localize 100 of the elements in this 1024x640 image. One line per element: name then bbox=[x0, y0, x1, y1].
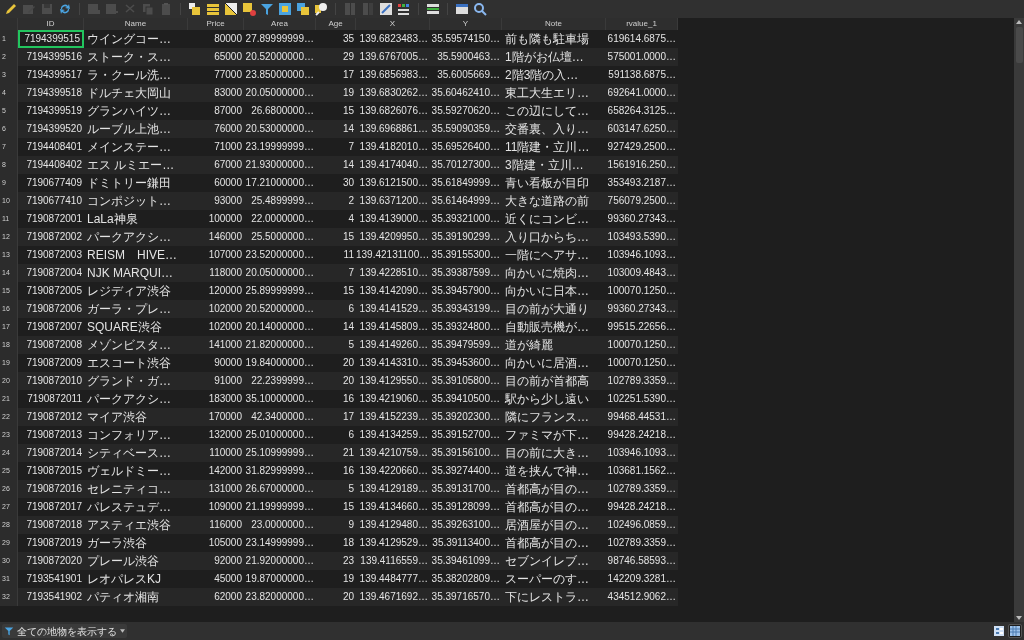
table-cell[interactable]: 77000 bbox=[188, 66, 244, 84]
table-cell[interactable]: 102789.3359… bbox=[606, 372, 678, 390]
table-cell[interactable]: 98746.58593… bbox=[606, 552, 678, 570]
table-cell[interactable]: 100070.1250… bbox=[606, 282, 678, 300]
table-cell[interactable]: 居酒屋が目の… bbox=[502, 516, 606, 534]
table-cell[interactable]: 7 bbox=[316, 138, 356, 156]
table-cell[interactable]: 35.10000000… bbox=[244, 390, 316, 408]
table-cell[interactable]: ガーラ・プレ… bbox=[84, 300, 188, 318]
table-cell[interactable]: 7190872019 bbox=[18, 534, 84, 552]
table-cell[interactable]: 15 bbox=[316, 228, 356, 246]
table-cell[interactable]: レオパレスKJ bbox=[84, 570, 188, 588]
table-cell[interactable]: 23.14999999… bbox=[244, 534, 316, 552]
table-cell[interactable]: 35.39155300… bbox=[430, 246, 502, 264]
table-cell[interactable]: 603147.6250… bbox=[606, 120, 678, 138]
table-cell[interactable]: 99515.22656… bbox=[606, 318, 678, 336]
table-cell[interactable]: 7190872004 bbox=[18, 264, 84, 282]
table-cell[interactable]: マイア渋谷 bbox=[84, 408, 188, 426]
table-cell[interactable]: 25.01000000… bbox=[244, 426, 316, 444]
filter-dropdown-button[interactable]: 全ての地物を表示する bbox=[2, 624, 127, 638]
table-cell[interactable]: メゾンビスタ… bbox=[84, 336, 188, 354]
table-cell[interactable]: 7193541902 bbox=[18, 588, 84, 606]
table-cell[interactable]: 35.61849999… bbox=[430, 174, 502, 192]
table-cell[interactable]: 591138.6875… bbox=[606, 66, 678, 84]
table-cell[interactable]: 139.4152239… bbox=[356, 408, 430, 426]
table-cell[interactable]: ストーク・ス… bbox=[84, 48, 188, 66]
magnifier-icon[interactable] bbox=[314, 2, 328, 16]
table-cell[interactable]: レジディア渋谷 bbox=[84, 282, 188, 300]
table-cell[interactable]: パークアクシ… bbox=[84, 228, 188, 246]
table-cell[interactable]: パティオ湘南 bbox=[84, 588, 188, 606]
table-cell[interactable]: 756079.2500… bbox=[606, 192, 678, 210]
table-cell[interactable]: 353493.2187… bbox=[606, 174, 678, 192]
invert-selection-icon[interactable] bbox=[224, 2, 238, 16]
table-cell[interactable]: 青い看板が目印 bbox=[502, 174, 606, 192]
table-cell[interactable]: 25.10999999… bbox=[244, 444, 316, 462]
table-cell[interactable]: エス ルミエー… bbox=[84, 156, 188, 174]
table-cell[interactable]: 道が綺麗 bbox=[502, 336, 606, 354]
table-cell[interactable]: 60000 bbox=[188, 174, 244, 192]
table-cell[interactable]: 102251.5390… bbox=[606, 390, 678, 408]
table-cell[interactable]: 62000 bbox=[188, 588, 244, 606]
table-cell[interactable]: 35.61464999… bbox=[430, 192, 502, 210]
table-cell[interactable]: 7190872016 bbox=[18, 480, 84, 498]
table-cell[interactable]: 23.85000000… bbox=[244, 66, 316, 84]
table-cell[interactable]: グランハイツ… bbox=[84, 102, 188, 120]
search-icon[interactable] bbox=[473, 2, 487, 16]
table-cell[interactable]: 25.89999999… bbox=[244, 282, 316, 300]
scrollbar-thumb[interactable] bbox=[1015, 27, 1023, 63]
table-cell[interactable]: 15 bbox=[316, 102, 356, 120]
table-cell[interactable]: 2 bbox=[316, 192, 356, 210]
table-cell[interactable]: プレール渋谷 bbox=[84, 552, 188, 570]
table-cell[interactable]: 35.59574150… bbox=[430, 30, 502, 48]
table-cell[interactable]: アスティエ渋谷 bbox=[84, 516, 188, 534]
table-cell[interactable]: 139.42131100… bbox=[356, 246, 430, 264]
table-cell[interactable]: 21 bbox=[316, 444, 356, 462]
table-cell[interactable]: 183000 bbox=[188, 390, 244, 408]
scrollbar[interactable] bbox=[1014, 18, 1024, 622]
table-cell[interactable]: 交番裏、入り… bbox=[502, 120, 606, 138]
table-cell[interactable]: 1561916.250… bbox=[606, 156, 678, 174]
table-cell[interactable]: 139.4149260… bbox=[356, 336, 430, 354]
table-cell[interactable]: 102789.3359… bbox=[606, 534, 678, 552]
table-cell[interactable]: 139.4209950… bbox=[356, 228, 430, 246]
table-cell[interactable]: 139.4129480… bbox=[356, 516, 430, 534]
table-cell[interactable]: 17.21000000… bbox=[244, 174, 316, 192]
table-cell[interactable]: 19.84000000… bbox=[244, 354, 316, 372]
table-cell[interactable]: 22.2399999… bbox=[244, 372, 316, 390]
table-cell[interactable]: 120000 bbox=[188, 282, 244, 300]
table-cell[interactable]: 99428.24218… bbox=[606, 426, 678, 444]
table-cell[interactable]: 35.39453600… bbox=[430, 354, 502, 372]
table-cell[interactable]: 27.89999999… bbox=[244, 30, 316, 48]
table-cell[interactable]: 67000 bbox=[188, 156, 244, 174]
table-cell[interactable]: 90000 bbox=[188, 354, 244, 372]
table-cell[interactable]: 5 bbox=[316, 480, 356, 498]
table-cell[interactable]: 35.39321000… bbox=[430, 210, 502, 228]
table-cell[interactable]: 東工大生エリ… bbox=[502, 84, 606, 102]
table-cell[interactable]: この辺にして… bbox=[502, 102, 606, 120]
table-cell[interactable]: 23 bbox=[316, 552, 356, 570]
table-cell[interactable]: 30 bbox=[316, 174, 356, 192]
table-cell[interactable]: 109000 bbox=[188, 498, 244, 516]
table-cell[interactable]: 2階3階の入… bbox=[502, 66, 606, 84]
table-cell[interactable]: 19.87000000… bbox=[244, 570, 316, 588]
table-cell[interactable]: 35.39105800… bbox=[430, 372, 502, 390]
table-cell[interactable]: 5 bbox=[316, 336, 356, 354]
table-cell[interactable]: 7190872005 bbox=[18, 282, 84, 300]
table-cell[interactable]: 71000 bbox=[188, 138, 244, 156]
table-cell[interactable]: 7190872008 bbox=[18, 336, 84, 354]
table-cell[interactable]: 139.4182010… bbox=[356, 138, 430, 156]
table-cell[interactable]: 35.39156100… bbox=[430, 444, 502, 462]
table-cell[interactable]: 26.67000000… bbox=[244, 480, 316, 498]
table-cell[interactable]: 1階がお仏壇… bbox=[502, 48, 606, 66]
table-cell[interactable]: 15 bbox=[316, 282, 356, 300]
table-cell[interactable]: 近くにコンビ… bbox=[502, 210, 606, 228]
table-cell[interactable]: 35.39190299… bbox=[430, 228, 502, 246]
table-cell[interactable]: 大きな道路の前 bbox=[502, 192, 606, 210]
table-cell[interactable]: 7190872013 bbox=[18, 426, 84, 444]
table-cell[interactable]: 35.70127300… bbox=[430, 156, 502, 174]
table-cell[interactable]: 142209.3281… bbox=[606, 570, 678, 588]
table-cell[interactable]: 692641.0000… bbox=[606, 84, 678, 102]
table-cell[interactable]: 35.39113400… bbox=[430, 534, 502, 552]
table-cell[interactable]: 100070.1250… bbox=[606, 354, 678, 372]
table-cell[interactable]: 21.92000000… bbox=[244, 552, 316, 570]
table-cell[interactable]: 35.39716570… bbox=[430, 588, 502, 606]
